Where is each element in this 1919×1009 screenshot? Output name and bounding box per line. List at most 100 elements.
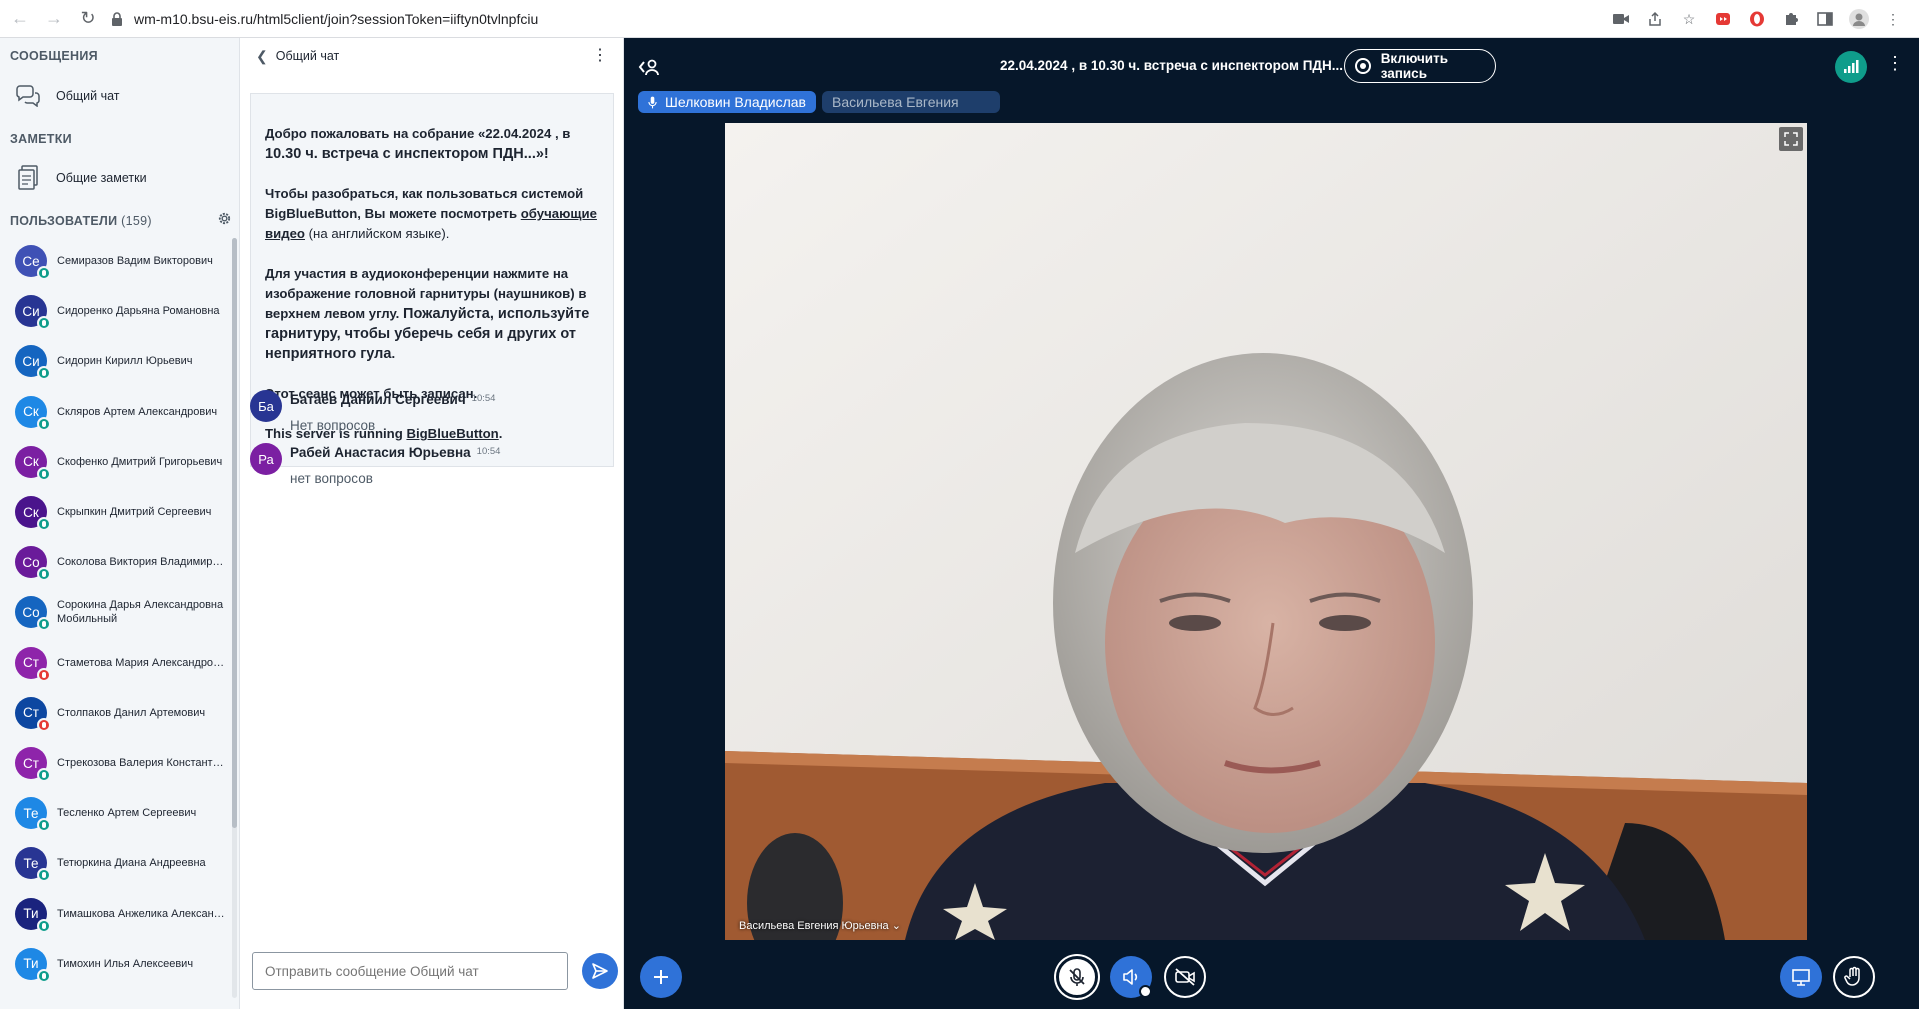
user-list-item[interactable]: Ти Тимашкова Анжелика Александровна xyxy=(0,889,232,939)
user-name: Тимашкова Анжелика Александровна xyxy=(57,907,229,921)
hand-icon xyxy=(1844,966,1860,986)
avatar: Ти xyxy=(15,897,51,933)
user-list-item[interactable]: Ти Тимохин Илья Алексеевич xyxy=(0,939,232,989)
talking-indicator-active[interactable]: Шелковин Владислав xyxy=(638,91,816,113)
chat-header: ❮ Общий чат ⋮ xyxy=(240,38,624,74)
restore-presentation-button[interactable] xyxy=(1780,956,1822,998)
address-bar[interactable]: wm-m10.bsu-eis.ru/html5client/join?sessi… xyxy=(110,4,1590,34)
user-list-item[interactable]: Со Соколова Виктория Владимировна xyxy=(0,537,232,587)
reload-icon[interactable]: ↻ xyxy=(74,5,102,33)
share-icon[interactable] xyxy=(1645,9,1665,29)
sidepanel-icon[interactable] xyxy=(1815,9,1835,29)
listen-only-badge-icon xyxy=(37,868,51,883)
scrollbar-thumb[interactable] xyxy=(232,238,237,828)
avatar-initials: Ст xyxy=(23,755,39,771)
avatar: Ти xyxy=(15,947,51,983)
opera-icon[interactable] xyxy=(1747,9,1767,29)
user-full-name: Сидоренко Дарьяна Романовна xyxy=(57,305,220,318)
settings-gear-icon[interactable] xyxy=(217,211,232,231)
user-list-item[interactable]: Се Семиразов Вадим Викторович xyxy=(0,236,232,286)
speaker-icon xyxy=(1123,969,1138,985)
avatar-initials: Ти xyxy=(23,906,39,922)
top-bar: 22.04.2024 , в 10.30 ч. встреча с инспек… xyxy=(624,38,1919,94)
camera-icon[interactable] xyxy=(1611,9,1631,29)
leave-audio-button[interactable] xyxy=(1110,956,1152,998)
avatar: Ба xyxy=(250,390,282,422)
users-header: ПОЛЬЗОВАТЕЛИ (159) xyxy=(0,210,240,232)
users-count: (159) xyxy=(121,214,152,228)
talking-indicator-idle[interactable]: Васильева Евгения xyxy=(822,91,1000,113)
user-list-scrollbar[interactable] xyxy=(232,238,237,998)
meeting-title: 22.04.2024 , в 10.30 ч. встреча с инспек… xyxy=(1000,58,1344,73)
public-chat-label: Общий чат xyxy=(56,89,120,103)
actions-plus-button[interactable] xyxy=(640,956,682,998)
user-full-name: Скофенко Дмитрий Григорьевич xyxy=(57,455,223,468)
user-list-item[interactable]: Си Сидорин Кирилл Юрьевич xyxy=(0,336,232,386)
user-full-name: Тетюркина Диана Андреевна xyxy=(57,857,206,870)
chat-bubbles-icon xyxy=(14,82,42,110)
share-webcam-button[interactable] xyxy=(1164,956,1206,998)
connection-status-button[interactable] xyxy=(1835,51,1867,83)
action-bar xyxy=(624,948,1919,1009)
record-icon xyxy=(1355,58,1371,74)
toggle-user-list-icon[interactable] xyxy=(638,56,660,78)
listen-only-badge-icon xyxy=(37,266,51,280)
user-list-item[interactable]: Ст Стаметова Мария Александровна xyxy=(0,638,232,688)
raise-hand-button[interactable] xyxy=(1833,956,1875,998)
chat-message-input[interactable] xyxy=(252,952,568,990)
chat-title[interactable]: Общий чат xyxy=(276,49,340,63)
message-time: 10:54 xyxy=(476,446,501,457)
public-chat-item[interactable]: Общий чат xyxy=(0,76,240,116)
message-text: нет вопросов xyxy=(290,471,373,486)
puzzle-icon[interactable] xyxy=(1781,9,1801,29)
user-full-name: Скрыпкин Дмитрий Сергеевич xyxy=(57,506,212,518)
user-list-item[interactable]: Ск Скрыпкин Дмитрий Сергеевич xyxy=(0,487,232,537)
chevron-left-icon[interactable]: ❮ xyxy=(256,48,268,65)
user-full-name: Стаметова Мария Александровна xyxy=(57,656,229,669)
webcam-video[interactable]: Васильева Евгения Юрьевна ⌄ xyxy=(725,123,1807,940)
back-arrow-icon[interactable]: ← xyxy=(6,5,34,33)
listen-only-badge-icon xyxy=(37,918,51,933)
avatar: Со xyxy=(15,596,51,632)
avatar: Ск xyxy=(15,395,51,431)
message-author: Батаев Даниил Сергеевич 10:54 xyxy=(290,392,495,407)
chat-options-icon[interactable]: ⋮ xyxy=(592,48,608,64)
user-list-item[interactable]: Ст Столпаков Данил Артемович xyxy=(0,688,232,738)
lock-icon xyxy=(110,12,124,26)
avatar-initials: Те xyxy=(23,805,39,821)
audio-help-suffix: . xyxy=(391,346,396,361)
welcome-message: Добро пожаловать на собрание «22.04.2024… xyxy=(250,93,614,467)
message-author: Рабей Анастасия Юрьевна 10:54 xyxy=(290,445,500,460)
send-message-button[interactable] xyxy=(582,953,618,989)
bigbluebutton-link[interactable]: BigBlueButton xyxy=(406,426,498,441)
start-recording-button[interactable]: Включить запись xyxy=(1344,49,1496,83)
profile-icon[interactable] xyxy=(1849,9,1869,29)
fullscreen-icon[interactable] xyxy=(1779,127,1803,151)
user-list-item[interactable]: Ст Стрекозова Валерия Константиновна xyxy=(0,738,232,788)
avatar: Ра xyxy=(250,443,282,475)
extension-red-icon[interactable] xyxy=(1713,9,1733,29)
bookmark-star-icon[interactable]: ☆ xyxy=(1679,9,1699,29)
listen-only-badge-icon xyxy=(37,517,51,531)
avatar-initials: Ст xyxy=(23,705,39,721)
user-list-item[interactable]: Ск Скляров Артем Александрович xyxy=(0,387,232,437)
options-kebab-icon[interactable]: ⋮ xyxy=(1886,54,1904,72)
user-list-item[interactable]: Те Тесленко Артем Сергеевич xyxy=(0,788,232,838)
browser-menu-icon[interactable]: ⋮ xyxy=(1883,9,1903,29)
user-list-item[interactable]: Ск Скофенко Дмитрий Григорьевич xyxy=(0,437,232,487)
user-list-item[interactable]: Те Тетюркина Диана Андреевна xyxy=(0,838,232,888)
user-name: Стрекозова Валерия Константиновна xyxy=(57,756,229,770)
webcam-user-name[interactable]: Васильева Евгения Юрьевна ⌄ xyxy=(739,919,901,932)
avatar: Ск xyxy=(15,496,51,531)
audio-settings-chevron-icon[interactable] xyxy=(1139,985,1152,998)
user-list: Се Семиразов Вадим Викторович Си Сидоренко … xyxy=(0,236,232,1009)
unmute-microphone-button[interactable] xyxy=(1056,956,1098,998)
shared-notes-item[interactable]: Общие заметки xyxy=(0,158,240,198)
avatar-initials: Се xyxy=(22,253,40,269)
user-list-item[interactable]: Си Сидоренко Дарьяна Романовна xyxy=(0,286,232,336)
avatar-initials: Ск xyxy=(23,404,39,420)
user-list-item[interactable]: Со Сорокина Дарья Александровна Мобильный xyxy=(0,587,232,637)
muted-mic-badge-icon xyxy=(37,717,51,732)
forward-arrow-icon[interactable]: → xyxy=(40,5,68,33)
author-name: Рабей Анастасия Юрьевна xyxy=(290,445,471,460)
